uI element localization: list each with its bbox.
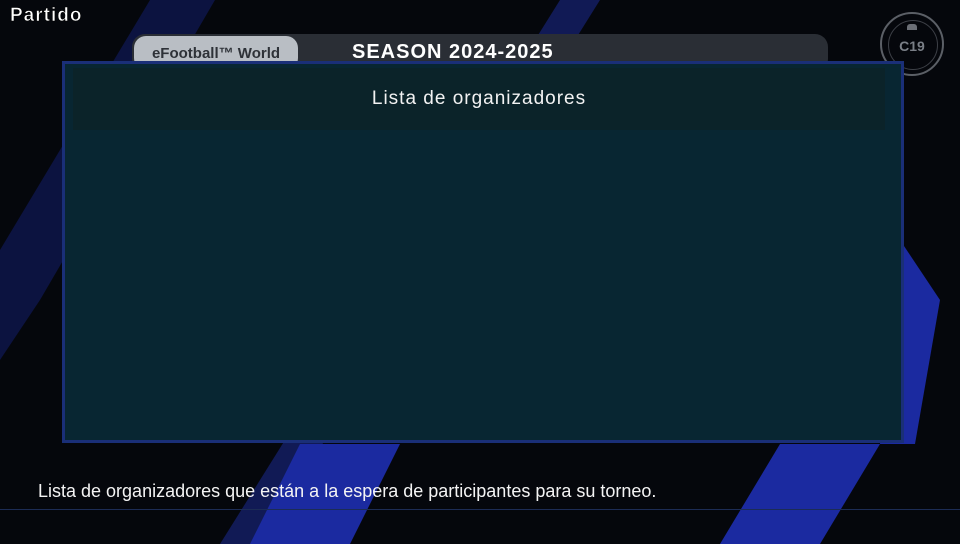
- organizers-list-panel[interactable]: Lista de organizadores: [62, 61, 904, 443]
- emblem-trophy-icon: [907, 24, 917, 30]
- panel-title: Lista de organizadores: [73, 68, 885, 130]
- bottom-divider: [0, 509, 960, 510]
- page-title: Partido: [10, 5, 83, 27]
- help-description: Lista de organizadores que están a la es…: [38, 481, 657, 501]
- emblem-text: C19: [899, 38, 925, 54]
